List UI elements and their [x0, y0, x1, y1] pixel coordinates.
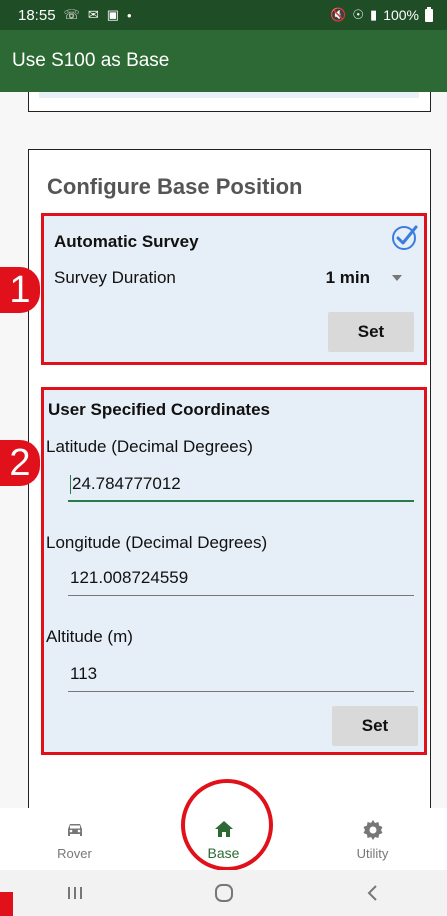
- longitude-value: 121.008724559: [70, 568, 189, 587]
- dot-icon: •: [127, 7, 132, 23]
- automatic-survey-content: Automatic Survey Survey Duration 1 min S…: [54, 225, 418, 352]
- signal-icon: ▮: [370, 7, 378, 22]
- longitude-input[interactable]: 121.008724559: [68, 566, 414, 596]
- gear-icon: [363, 819, 382, 840]
- back-icon: [367, 885, 377, 901]
- image-icon: ▣: [106, 7, 120, 22]
- user-coordinates-panel: User Specified Coordinates Latitude (Dec…: [41, 387, 427, 755]
- user-set-button[interactable]: Set: [332, 706, 418, 746]
- battery-text: 100%: [383, 7, 419, 23]
- previous-card: [28, 92, 431, 112]
- altitude-label: Altitude (m): [46, 627, 133, 646]
- altitude-value: 113: [70, 664, 98, 683]
- nav-utility-label: Utility: [356, 845, 389, 861]
- mute-icon: 🔇: [330, 7, 347, 22]
- dropdown-arrow-icon[interactable]: [392, 275, 402, 281]
- mail-icon: ✉: [87, 7, 99, 22]
- user-coordinates-title: User Specified Coordinates: [48, 400, 271, 419]
- app-bar-title: Use S100 as Base: [12, 50, 170, 71]
- checkmark-icon[interactable]: [390, 224, 418, 252]
- altitude-input[interactable]: 113: [68, 662, 414, 692]
- survey-duration-label: Survey Duration: [54, 268, 176, 287]
- status-bar: 18:55 ☏ ✉ ▣ • 🔇 ☉ ▮ 100%: [0, 0, 447, 30]
- recent-apps-icon: [67, 887, 82, 899]
- auto-set-button[interactable]: Set: [328, 312, 414, 352]
- status-right: 🔇 ☉ ▮ 100%: [330, 6, 433, 23]
- automatic-survey-title: Automatic Survey: [54, 232, 199, 251]
- annotation-highlight-circle: [181, 779, 273, 871]
- nav-rover[interactable]: Rover: [20, 818, 130, 861]
- configure-base-title: Configure Base Position: [47, 174, 303, 199]
- home-button-icon: [214, 884, 233, 902]
- recent-apps-button[interactable]: [45, 878, 105, 908]
- latitude-value: 24.784777012: [72, 474, 181, 493]
- configure-base-card: Configure Base Position Automatic Survey…: [28, 149, 431, 808]
- longitude-label: Longitude (Decimal Degrees): [46, 533, 268, 552]
- car-icon: [67, 823, 82, 836]
- whatsapp-icon: ☏: [63, 7, 80, 22]
- back-button[interactable]: [343, 878, 403, 908]
- app-bar: Use S100 as Base: [0, 30, 447, 92]
- annotation-badge-1: 1: [0, 267, 40, 313]
- wifi-icon: ☉: [352, 7, 365, 22]
- system-navigation-bar: [0, 870, 447, 916]
- text-cursor: [70, 475, 71, 495]
- previous-card-inner: [39, 92, 419, 98]
- nav-rover-label: Rover: [57, 845, 92, 861]
- home-button[interactable]: [194, 878, 254, 908]
- annotation-badge-2: 2: [0, 440, 40, 486]
- status-time: 18:55: [18, 6, 56, 24]
- battery-icon: [425, 6, 433, 22]
- survey-duration-select[interactable]: 1 min: [326, 268, 370, 288]
- content-scroll[interactable]: Configure Base Position Automatic Survey…: [0, 92, 447, 808]
- latitude-label: Latitude (Decimal Degrees): [46, 437, 253, 456]
- nav-utility[interactable]: Utility: [318, 818, 428, 861]
- status-left: 18:55 ☏ ✉ ▣ •: [18, 7, 132, 24]
- automatic-survey-panel: Automatic Survey Survey Duration 1 min S…: [41, 213, 427, 365]
- annotation-red-mark: [0, 892, 13, 916]
- latitude-input[interactable]: 24.784777012: [68, 472, 414, 502]
